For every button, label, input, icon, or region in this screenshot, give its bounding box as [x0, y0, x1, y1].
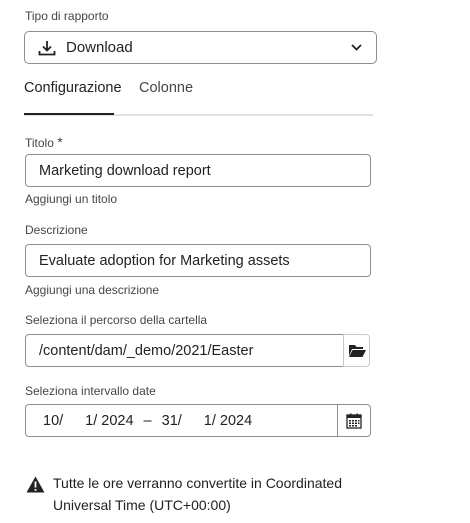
chevron-down-icon: [351, 44, 362, 51]
folder-path-input[interactable]: /content/dam/_demo/2021/Easter: [25, 334, 344, 367]
title-input-value: Marketing download report: [39, 162, 211, 179]
folder-path-value: /content/dam/_demo/2021/Easter: [39, 342, 254, 359]
folder-open-icon: [348, 344, 366, 358]
report-type-value: Download: [66, 39, 133, 56]
description-label: Descrizione: [25, 223, 88, 237]
end-month[interactable]: 1: [204, 413, 212, 429]
calendar-icon: [346, 413, 362, 429]
slash: /: [93, 412, 98, 429]
notice-line-2: Universal Time (UTC+00:00): [53, 497, 231, 513]
title-label-text: Titolo: [25, 136, 54, 150]
date-range-picker[interactable]: 10/ 1/ 2024 – 31/ 1/ 2024: [25, 404, 371, 437]
notice-line-1: Tutte le ore verranno convertite in Coor…: [53, 475, 342, 491]
download-icon: [38, 40, 56, 56]
end-day[interactable]: 31: [162, 413, 178, 429]
tab-configurazione[interactable]: Configurazione: [24, 80, 122, 96]
end-year[interactable]: 2024: [220, 413, 252, 429]
description-input[interactable]: Evaluate adoption for Marketing assets: [25, 244, 371, 277]
title-input[interactable]: Marketing download report: [25, 154, 371, 187]
slash: /: [211, 412, 216, 429]
title-helper: Aggiungi un titolo: [25, 192, 118, 206]
report-type-label: Tipo di rapporto: [25, 9, 109, 23]
required-mark: *: [57, 134, 63, 150]
date-range-label: Seleziona intervallo date: [25, 384, 156, 398]
description-input-value: Evaluate adoption for Marketing assets: [39, 252, 290, 269]
browse-folder-button[interactable]: [343, 334, 370, 367]
title-label: Titolo *: [25, 134, 63, 150]
range-separator: –: [143, 412, 152, 429]
tab-colonne[interactable]: Colonne: [139, 80, 193, 96]
description-helper: Aggiungi una descrizione: [25, 283, 160, 297]
utc-notice: Tutte le ore verranno convertite in Coor…: [53, 472, 342, 516]
folder-label: Seleziona il percorso della cartella: [25, 313, 208, 327]
slash: /: [177, 412, 182, 429]
start-month[interactable]: 1: [85, 413, 93, 429]
warning-icon: [26, 476, 45, 493]
report-type-dropdown[interactable]: Download: [24, 31, 377, 64]
calendar-button[interactable]: [337, 405, 370, 436]
active-tab-indicator: [24, 113, 114, 115]
start-year[interactable]: 2024: [101, 413, 133, 429]
start-day[interactable]: 10: [43, 413, 59, 429]
slash: /: [59, 412, 64, 429]
